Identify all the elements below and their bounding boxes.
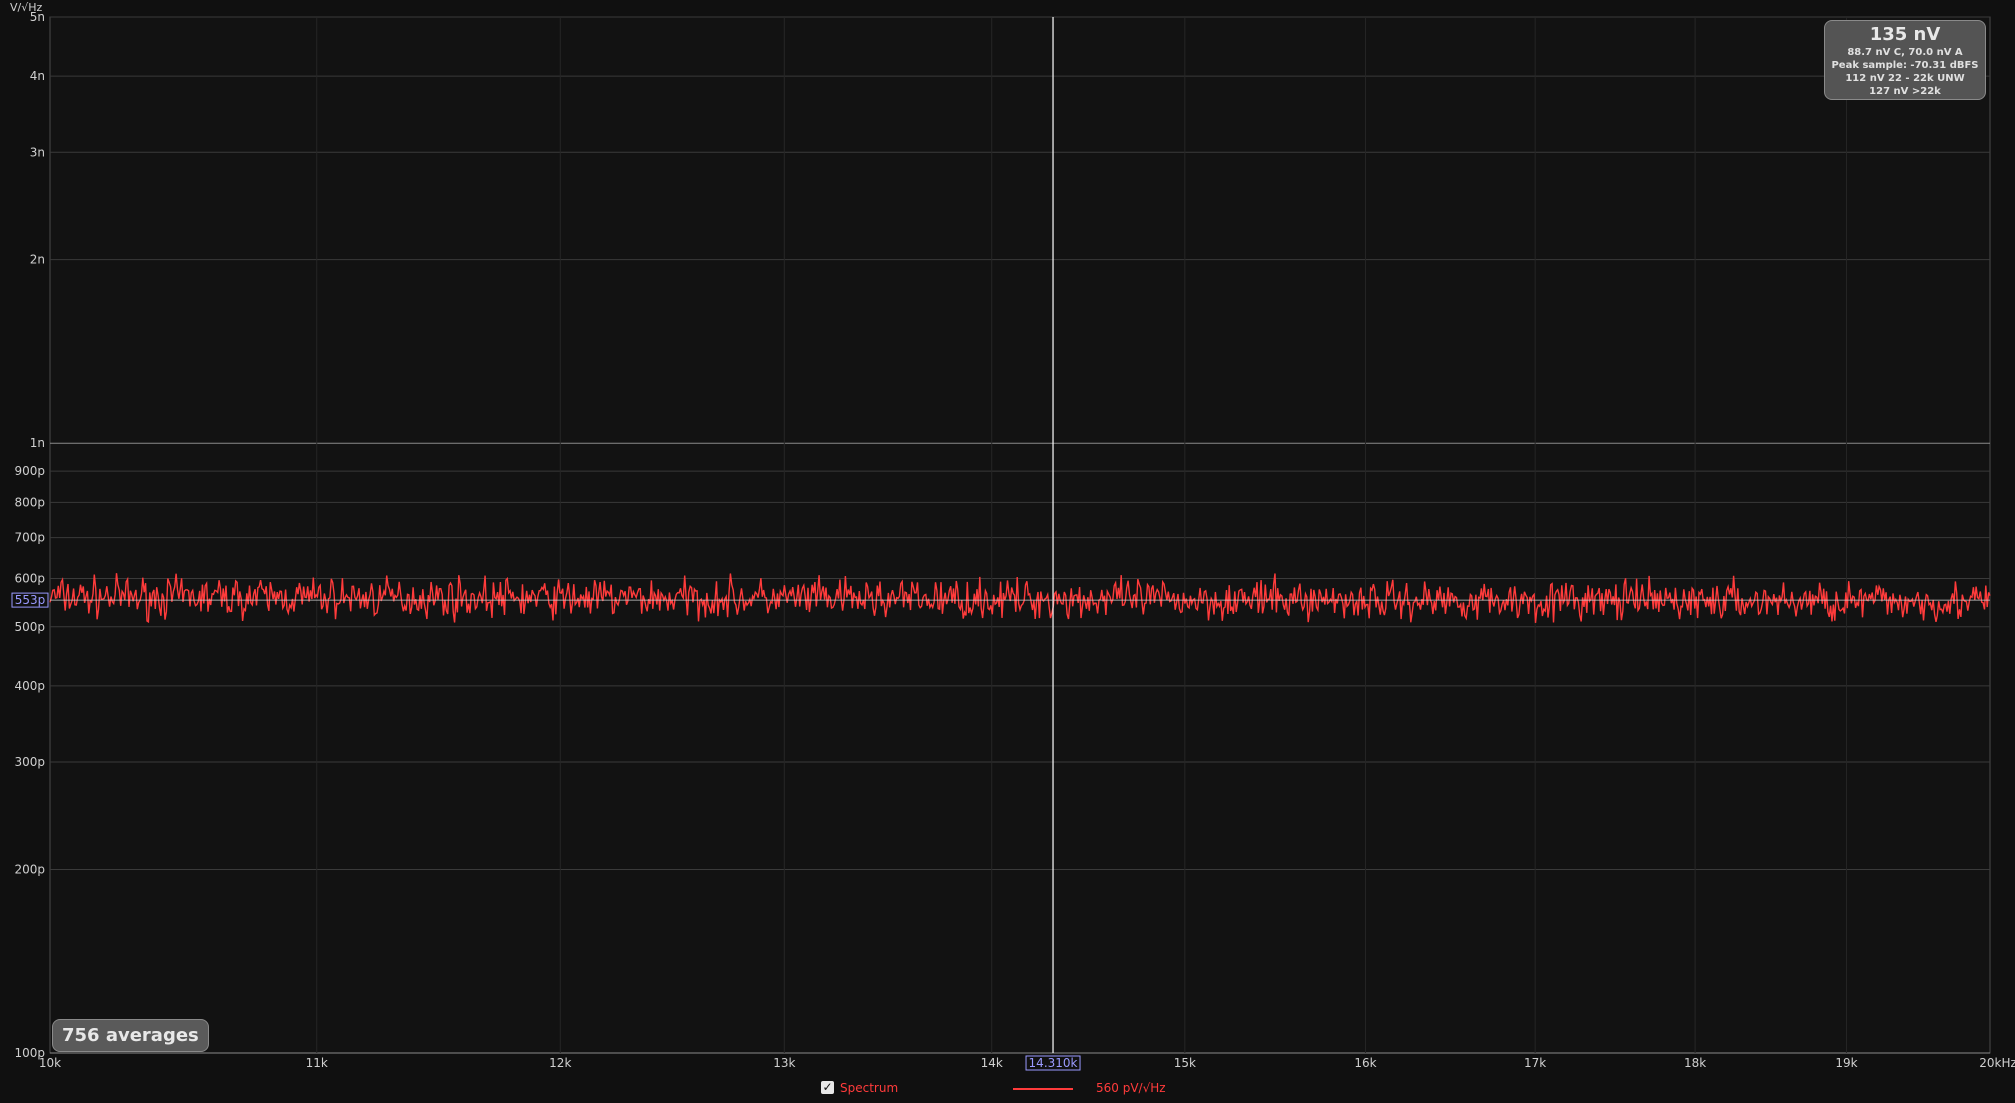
x-tick-label: 15k [1174,1056,1196,1070]
spectrum-plot[interactable]: V/√Hz5n4n3n2n1n900p800p700p600p500p400p3… [0,0,2015,1103]
y-tick-label: 3n [30,145,45,159]
averages-badge[interactable]: 756 averages [52,1019,209,1052]
y-tick-label: 2n [30,253,45,267]
spectrum-checkbox[interactable]: ✓ [821,1081,834,1094]
y-tick-label: 300p [14,755,45,769]
y-tick-label: 500p [14,620,45,634]
stats-box: 135 nV 88.7 nV C, 70.0 nV A Peak sample:… [1824,20,1986,100]
y-tick-label: 1n [30,436,45,450]
stats-total: 135 nV [1869,24,1941,45]
y-tick-label: 400p [14,679,45,693]
x-tick-label: 10k [39,1056,61,1070]
cursor-y-label: 553p [15,593,46,607]
y-tick-label: 700p [14,531,45,545]
x-tick-label: 12k [549,1056,571,1070]
x-tick-label: 18k [1684,1056,1706,1070]
stats-line-unweighted: 112 nV 22 - 22k UNW [1845,73,1965,84]
stats-line-peak: Peak sample: -70.31 dBFS [1831,60,1979,71]
x-tick-label: 11k [306,1056,328,1070]
x-tick-label: 16k [1354,1056,1376,1070]
y-tick-label: 800p [14,495,45,509]
x-tick-label: 13k [773,1056,795,1070]
x-tick-label: 20kHz [1979,1056,2015,1070]
y-tick-label: 4n [30,69,45,83]
legend-series-name[interactable]: Spectrum [840,1081,898,1095]
y-tick-label: 200p [14,862,45,876]
y-tick-label: 600p [14,571,45,585]
x-tick-label: 19k [1835,1056,1857,1070]
y-tick-label: 900p [14,464,45,478]
legend: ✓ Spectrum 560 pV/√Hz [0,1081,2015,1099]
y-tick-label: 5n [30,10,45,24]
x-tick-label: 17k [1524,1056,1546,1070]
legend-line-swatch [1013,1088,1073,1090]
stats-line-above-band: 127 nV >22k [1869,86,1941,97]
cursor-x-label: 14.310k [1029,1056,1078,1070]
x-tick-label: 14k [981,1056,1003,1070]
legend-series-value: 560 pV/√Hz [1096,1081,1166,1095]
plot-frame [49,16,1991,1054]
stats-line-weighted: 88.7 nV C, 70.0 nV A [1847,47,1963,58]
